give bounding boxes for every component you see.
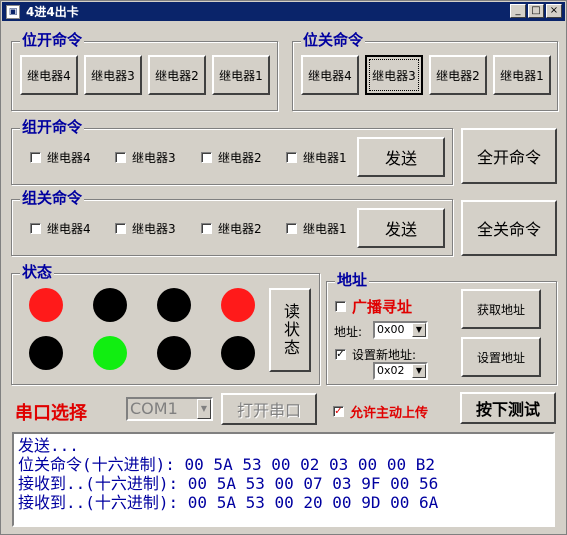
checkbox-box[interactable] (30, 152, 41, 163)
address-title: 地址 (335, 271, 370, 289)
test-button[interactable]: 按下测试 (460, 392, 556, 424)
checkbox-box[interactable] (115, 152, 126, 163)
log-line: 接收到..(十六进制): 00 5A 53 00 07 03 9F 00 56 (18, 474, 439, 493)
maximize-button[interactable]: □ (528, 4, 544, 18)
app-icon: ▣ (6, 4, 20, 19)
checkbox-box[interactable] (201, 223, 212, 234)
new-address-value: 0x02 (377, 364, 405, 377)
checkbox-box[interactable]: ✓ (333, 406, 344, 417)
title-bar[interactable]: ▣ 4进4出卡 _ □ × (2, 2, 565, 21)
checkbox-box[interactable] (286, 152, 297, 163)
group-off-relay1-checkbox[interactable]: 继电器1 (286, 220, 347, 237)
address-label: 地址: (334, 325, 363, 339)
bit-on-title: 位开命令 (20, 31, 85, 49)
chevron-down-icon[interactable]: ▼ (197, 399, 211, 419)
status-led-5 (29, 336, 63, 370)
window-title: 4进4出卡 (26, 5, 79, 19)
status-title: 状态 (20, 263, 55, 281)
status-led-8 (221, 336, 255, 370)
address-value: 0x00 (377, 323, 405, 336)
all-off-button[interactable]: 全关命令 (461, 200, 557, 256)
bit-off-relay2-button[interactable]: 继电器2 (429, 55, 487, 95)
checkbox-label: 继电器2 (218, 151, 262, 165)
bit-off-title: 位关命令 (301, 31, 366, 49)
new-address-select[interactable]: 0x02 ▼ (373, 362, 428, 380)
checkbox-label: 继电器2 (218, 222, 262, 236)
status-led-4 (221, 288, 255, 322)
bit-off-group: 位关命令 继电器4 继电器3 继电器2 继电器1 (292, 31, 558, 111)
status-led-3 (157, 288, 191, 322)
group-on-relay2-checkbox[interactable]: 继电器2 (201, 149, 262, 166)
bit-on-group: 位开命令 继电器4 继电器3 继电器2 继电器1 (11, 31, 278, 111)
log-line: 发送... (18, 436, 79, 455)
auto-upload-label: 允许主动上传 (350, 406, 429, 421)
get-address-button[interactable]: 获取地址 (461, 289, 541, 329)
checkbox-label: 继电器4 (47, 151, 91, 165)
main-window: ▣ 4进4出卡 _ □ × 位开命令 继电器4 继电器3 继电器2 继电器1 位… (0, 0, 567, 535)
status-led-7 (157, 336, 191, 370)
group-on-relay1-checkbox[interactable]: 继电器1 (286, 149, 347, 166)
status-led-2 (93, 288, 127, 322)
open-port-button[interactable]: 打开串口 (221, 393, 317, 425)
checkbox-box[interactable] (201, 152, 212, 163)
status-group: 状态 读状态 (11, 263, 320, 385)
group-off-relay4-checkbox[interactable]: 继电器4 (30, 220, 91, 237)
set-new-address-checkbox[interactable]: ✓ 设置新地址: (335, 346, 416, 363)
chevron-down-icon[interactable]: ▼ (412, 364, 426, 378)
status-led-6 (93, 336, 127, 370)
checkbox-box[interactable] (30, 223, 41, 234)
group-on-group: 组开命令 继电器4 继电器3 继电器2 继电器1 发送 (11, 118, 453, 185)
log-line: 位关命令(十六进制): 00 5A 53 00 02 03 00 00 B2 (18, 455, 435, 474)
checkbox-box[interactable] (335, 301, 346, 312)
minimize-button[interactable]: _ (510, 4, 526, 18)
group-on-send-button[interactable]: 发送 (357, 137, 445, 177)
status-led-1 (29, 288, 63, 322)
group-on-relay3-checkbox[interactable]: 继电器3 (115, 149, 176, 166)
all-on-button[interactable]: 全开命令 (461, 128, 557, 184)
set-address-button[interactable]: 设置地址 (461, 337, 541, 377)
group-off-relay2-checkbox[interactable]: 继电器2 (201, 220, 262, 237)
group-off-title: 组关命令 (20, 189, 85, 207)
checkbox-label: 继电器1 (303, 151, 347, 165)
auto-upload-checkbox[interactable]: ✓ 允许主动上传 (333, 402, 428, 421)
bit-on-relay4-button[interactable]: 继电器4 (20, 55, 78, 95)
checkbox-label: 继电器4 (47, 222, 91, 236)
checkbox-box[interactable] (115, 223, 126, 234)
bit-on-relay1-button[interactable]: 继电器1 (212, 55, 270, 95)
bit-off-relay1-button[interactable]: 继电器1 (493, 55, 551, 95)
group-off-group: 组关命令 继电器4 继电器3 继电器2 继电器1 发送 (11, 189, 453, 256)
bit-on-relay3-button[interactable]: 继电器3 (84, 55, 142, 95)
group-on-relay4-checkbox[interactable]: 继电器4 (30, 149, 91, 166)
checkbox-label: 继电器1 (303, 222, 347, 236)
group-on-title: 组开命令 (20, 118, 85, 136)
bit-off-relay3-button[interactable]: 继电器3 (365, 55, 423, 95)
serial-port-label: 串口选择 (15, 403, 87, 424)
serial-port-select[interactable]: COM1 ▼ (126, 397, 213, 421)
log-line: 接收到..(十六进制): 00 5A 53 00 20 00 9D 00 6A (18, 493, 439, 512)
checkbox-box[interactable]: ✓ (335, 349, 346, 360)
group-off-send-button[interactable]: 发送 (357, 208, 445, 248)
checkbox-label: 继电器3 (132, 151, 176, 165)
serial-port-value: COM1 (130, 399, 178, 418)
checkbox-label: 继电器3 (132, 222, 176, 236)
address-select[interactable]: 0x00 ▼ (373, 321, 428, 339)
read-status-button[interactable]: 读状态 (269, 288, 311, 372)
broadcast-checkbox[interactable]: 广播寻址 (335, 296, 412, 317)
group-off-relay3-checkbox[interactable]: 继电器3 (115, 220, 176, 237)
close-button[interactable]: × (546, 4, 562, 18)
chevron-down-icon[interactable]: ▼ (412, 323, 426, 337)
checkbox-box[interactable] (286, 223, 297, 234)
set-new-address-label: 设置新地址: (352, 348, 417, 362)
log-output[interactable]: 发送... 位关命令(十六进制): 00 5A 53 00 02 03 00 0… (12, 432, 555, 527)
bit-off-relay4-button[interactable]: 继电器4 (301, 55, 359, 95)
bit-on-relay2-button[interactable]: 继电器2 (148, 55, 206, 95)
broadcast-label: 广播寻址 (352, 298, 413, 316)
address-group: 地址 广播寻址 地址: 0x00 ▼ ✓ 设置新地址: 0x02 ▼ 获取地址 设置地… (326, 271, 557, 385)
